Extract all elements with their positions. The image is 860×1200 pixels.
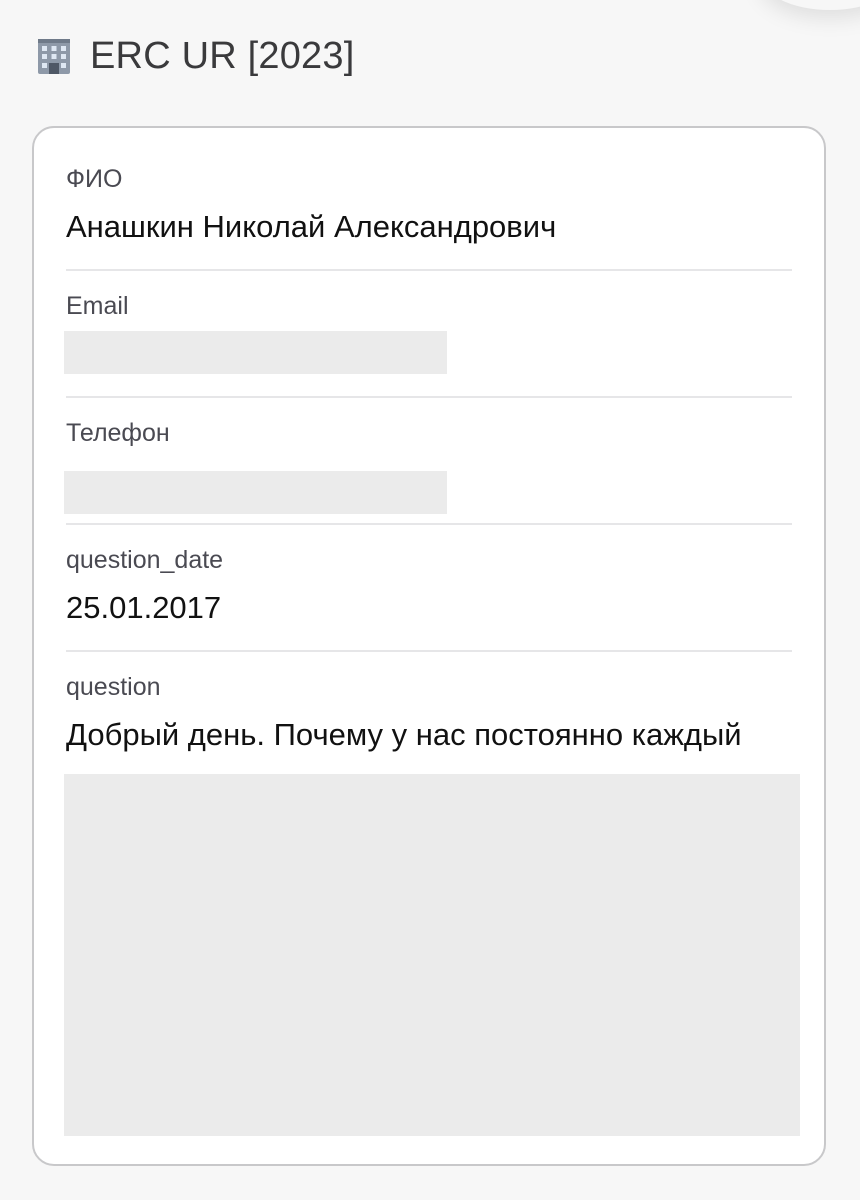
divider xyxy=(66,269,792,271)
fio-field: ФИО Анашкин Николай Александрович xyxy=(66,164,792,246)
fio-value[interactable]: Анашкин Николай Александрович xyxy=(66,208,792,246)
divider xyxy=(66,650,792,652)
page-title: ERC UR [2023] xyxy=(90,34,355,77)
page-header: ERC UR [2023] xyxy=(34,30,354,82)
corner-shadow xyxy=(760,0,860,10)
question-field: question Добрый день. Почему у нас посто… xyxy=(66,672,792,754)
email-label: Email xyxy=(66,292,129,320)
question-value[interactable]: Добрый день. Почему у нас постоянно кажд… xyxy=(66,716,792,754)
email-field: Email xyxy=(66,291,792,321)
question-date-field: question_date 25.01.2017 xyxy=(66,545,792,627)
question-redacted-text xyxy=(64,774,800,1136)
office-building-icon xyxy=(34,36,74,76)
question-date-value[interactable]: 25.01.2017 xyxy=(66,589,792,627)
phone-label: Телефон xyxy=(66,419,170,447)
fio-label: ФИО xyxy=(66,165,123,193)
phone-field: Телефон xyxy=(66,418,792,448)
email-redacted-value xyxy=(64,331,447,374)
phone-redacted-value xyxy=(64,471,447,514)
question-date-label: question_date xyxy=(66,546,224,574)
divider xyxy=(66,396,792,398)
question-label: question xyxy=(66,673,161,701)
record-card: ФИО Анашкин Николай Александрович Email … xyxy=(32,126,826,1166)
divider xyxy=(66,523,792,525)
